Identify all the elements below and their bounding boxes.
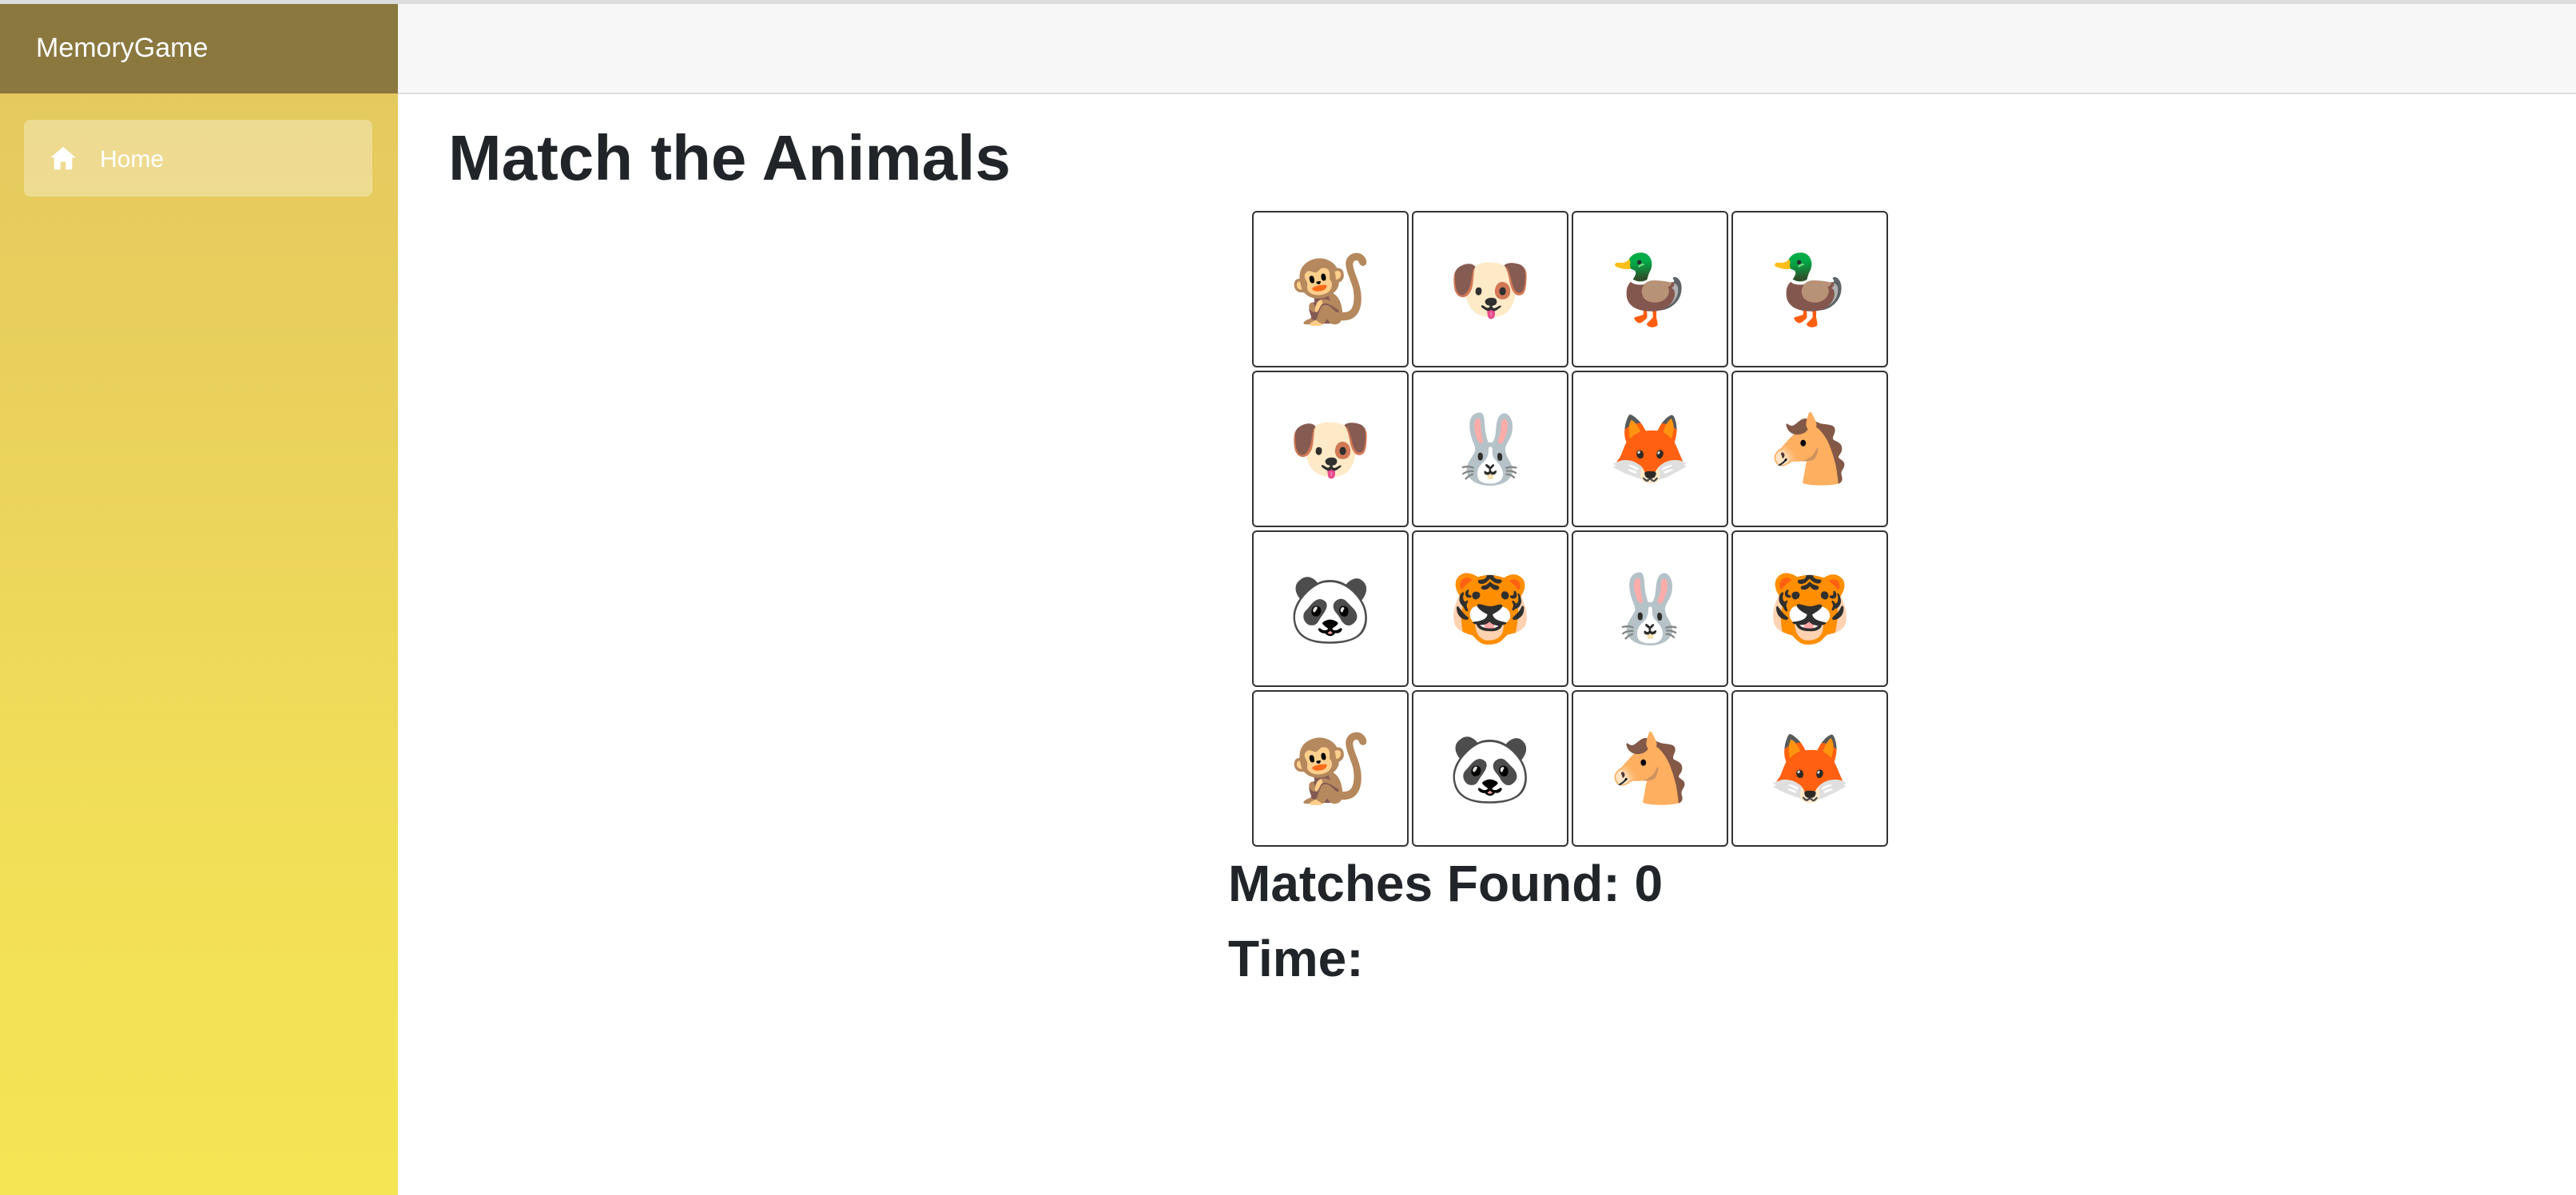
fox-icon: 🦊 (1608, 411, 1692, 486)
card-monkey[interactable]: 🐒 (1252, 211, 1409, 367)
tiger-icon: 🐯 (1767, 571, 1852, 646)
card-rabbit[interactable]: 🐰 (1412, 371, 1568, 527)
card-horse[interactable]: 🐴 (1572, 690, 1728, 847)
top-bar (398, 4, 2576, 94)
card-dog[interactable]: 🐶 (1252, 371, 1409, 527)
monkey-icon: 🐒 (1288, 731, 1373, 806)
horse-icon: 🐴 (1608, 731, 1692, 806)
home-icon (49, 144, 78, 173)
card-fox[interactable]: 🦊 (1572, 371, 1728, 527)
sidebar-header: MemoryGame (0, 4, 398, 93)
dog-icon: 🐶 (1448, 252, 1532, 327)
matches-found-label: Matches Found: 0 (1228, 855, 1664, 912)
card-monkey[interactable]: 🐒 (1252, 690, 1409, 847)
timer-label: Time: (1228, 930, 1364, 987)
card-panda[interactable]: 🐼 (1252, 530, 1409, 687)
card-rabbit[interactable]: 🐰 (1572, 530, 1728, 687)
card-dog[interactable]: 🐶 (1412, 211, 1568, 367)
horse-icon: 🐴 (1767, 411, 1852, 486)
dog-icon: 🐶 (1288, 411, 1373, 486)
card-tiger[interactable]: 🐯 (1412, 530, 1568, 687)
card-duck[interactable]: 🦆 (1572, 211, 1728, 367)
monkey-icon: 🐒 (1288, 252, 1373, 327)
fox-icon: 🦊 (1767, 731, 1852, 806)
rabbit-icon: 🐰 (1448, 411, 1532, 486)
rabbit-icon: 🐰 (1608, 571, 1692, 646)
app-title[interactable]: MemoryGame (36, 34, 208, 62)
card-grid: 🐒 🐶 🦆 🦆 🐶 🐰 🦊 🐴 🐼 🐯 🐰 🐯 🐒 🐼 🐴 🦊 (1252, 211, 1891, 850)
card-duck[interactable]: 🦆 (1731, 211, 1888, 367)
card-panda[interactable]: 🐼 (1412, 690, 1568, 847)
sidebar: MemoryGame Home (0, 4, 398, 1195)
page-title: Match the Animals (448, 122, 1011, 193)
panda-icon: 🐼 (1288, 571, 1373, 646)
card-tiger[interactable]: 🐯 (1731, 530, 1888, 687)
duck-icon: 🦆 (1608, 252, 1692, 327)
sidebar-item-label: Home (100, 146, 165, 173)
tiger-icon: 🐯 (1448, 571, 1532, 646)
card-fox[interactable]: 🦊 (1731, 690, 1888, 847)
panda-icon: 🐼 (1448, 731, 1532, 806)
duck-icon: 🦆 (1767, 252, 1852, 327)
card-horse[interactable]: 🐴 (1731, 371, 1888, 527)
sidebar-item-home[interactable]: Home (24, 120, 372, 197)
